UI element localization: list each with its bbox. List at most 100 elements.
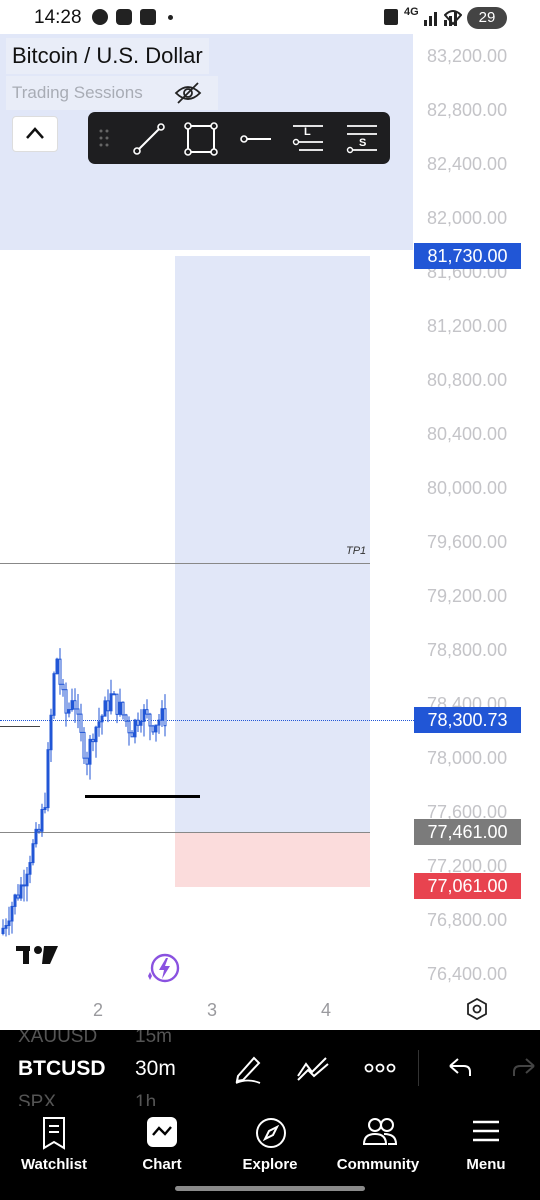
rectangle-icon[interactable]: [184, 122, 218, 156]
trend-line-icon[interactable]: [132, 122, 166, 156]
nav-watchlist[interactable]: Watchlist: [0, 1106, 108, 1200]
candle-body: [127, 720, 131, 734]
y-tick: 80,800.00: [427, 370, 508, 390]
y-tick: 76,800.00: [427, 910, 508, 930]
y-tick: 80,000.00: [427, 478, 508, 498]
y-tick: 81,200.00: [427, 316, 508, 336]
candle-body: [13, 894, 17, 907]
candle-body: [148, 713, 152, 727]
redo-icon[interactable]: [512, 1056, 538, 1078]
candle-body: [139, 720, 143, 726]
telegram-icon: [92, 9, 108, 25]
candle-body: [163, 708, 167, 727]
nav-label: Watchlist: [20, 1156, 88, 1173]
entry-price-tag[interactable]: 77,461.00: [414, 819, 521, 845]
y-tick: 82,400.00: [427, 154, 508, 174]
symbol-toolbar: XAUUSD 15m BTCUSD 30m SPX 1h: [0, 1030, 540, 1106]
indicator-label: Trading Sessions: [12, 83, 143, 102]
candle-body: [49, 714, 53, 751]
candle-body: [55, 658, 59, 675]
symbol-selected[interactable]: BTCUSD: [18, 1057, 106, 1081]
drag-handle-icon[interactable]: [98, 128, 110, 148]
short-position-tool[interactable]: S: [345, 122, 379, 156]
status-time: 14:28: [34, 7, 82, 28]
candle-body: [97, 721, 101, 728]
symbol-title-box[interactable]: Bitcoin / U.S. Dollar: [6, 38, 209, 74]
battery-indicator: 29: [467, 7, 507, 29]
collapse-legend-button[interactable]: [12, 116, 58, 152]
candle-body: [82, 731, 86, 759]
candle-body: [94, 726, 98, 743]
candle-body: [16, 894, 20, 899]
candle-body: [73, 700, 77, 710]
candlestick-series: [1, 648, 167, 937]
candle-body: [103, 700, 107, 717]
candle-body: [31, 843, 35, 864]
candle-body: [154, 724, 158, 733]
symbol-title: Bitcoin / U.S. Dollar: [12, 43, 203, 68]
community-icon: [362, 1118, 398, 1145]
pencil-icon[interactable]: [232, 1052, 264, 1084]
candle-body: [64, 689, 68, 714]
compass-icon: [256, 1118, 286, 1148]
candle-body: [58, 658, 62, 685]
y-tick: 83,200.00: [427, 46, 508, 66]
chart-area[interactable]: TP1 83,200.00 82,800.00 82,400.00 82,000…: [0, 34, 540, 1030]
interval-selected[interactable]: 30m: [135, 1057, 176, 1081]
y-tick: 79,200.00: [427, 586, 508, 606]
nav-label: Explore: [242, 1156, 298, 1173]
horizontal-ray-icon[interactable]: [238, 122, 272, 156]
candle-body: [115, 693, 119, 715]
mute-icon: [384, 9, 398, 25]
candle-body: [4, 925, 8, 929]
nav-menu[interactable]: Menu: [432, 1106, 540, 1200]
messenger-icon: [116, 9, 132, 25]
y-tick: 78,000.00: [427, 748, 508, 768]
interval-option[interactable]: 1h: [135, 1092, 156, 1106]
symbol-option[interactable]: SPX: [18, 1092, 56, 1106]
nav-label: Menu: [466, 1156, 506, 1173]
candle-body: [70, 700, 74, 711]
candle-body: [40, 808, 44, 832]
eye-off-icon[interactable]: [174, 81, 202, 105]
candle-body: [121, 701, 125, 716]
candle-body: [160, 708, 164, 721]
candle-body: [22, 884, 26, 887]
candle-body: [124, 714, 128, 722]
symbol-option[interactable]: XAUUSD: [18, 1030, 97, 1044]
long-position-tool[interactable]: L: [291, 122, 325, 156]
y-tick: 76,400.00: [427, 964, 508, 984]
y-tick: 80,400.00: [427, 424, 508, 444]
candle-body: [25, 873, 29, 887]
undo-icon[interactable]: [446, 1056, 472, 1078]
chevron-up-icon: [26, 127, 44, 139]
candle-body: [79, 713, 83, 733]
indicator-row[interactable]: Trading Sessions: [6, 76, 218, 110]
candle-body: [142, 709, 146, 722]
home-gesture-bar[interactable]: [175, 1186, 365, 1191]
short-letter: S: [359, 137, 367, 149]
stop-loss-price-tag[interactable]: 77,061.00: [414, 873, 521, 899]
y-tick: 79,600.00: [427, 532, 508, 552]
candle-body: [61, 683, 65, 691]
indicators-icon[interactable]: [296, 1054, 330, 1082]
candle-body: [109, 693, 113, 712]
candle-body: [67, 709, 71, 714]
candle-body: [91, 738, 95, 743]
take-profit-price-tag[interactable]: 81,730.00: [414, 243, 521, 269]
candle-body: [19, 884, 23, 899]
interval-option[interactable]: 15m: [135, 1030, 172, 1044]
tradingview-logo-icon: [16, 946, 58, 964]
current-price-tag[interactable]: 78,300.73: [414, 707, 521, 733]
more-options-icon[interactable]: [364, 1062, 396, 1074]
y-tick: 82,800.00: [427, 100, 508, 120]
x-tick: 2: [93, 1000, 104, 1020]
lightning-bolt-icon[interactable]: [144, 952, 182, 986]
network-4g-icon: 4G: [404, 6, 419, 18]
y-tick: 82,000.00: [427, 208, 508, 228]
candle-body: [43, 807, 47, 810]
chart-settings-icon[interactable]: [466, 998, 488, 1020]
more-notifications-icon: [168, 15, 173, 20]
candle-body: [136, 719, 140, 726]
candle-body: [118, 701, 122, 715]
